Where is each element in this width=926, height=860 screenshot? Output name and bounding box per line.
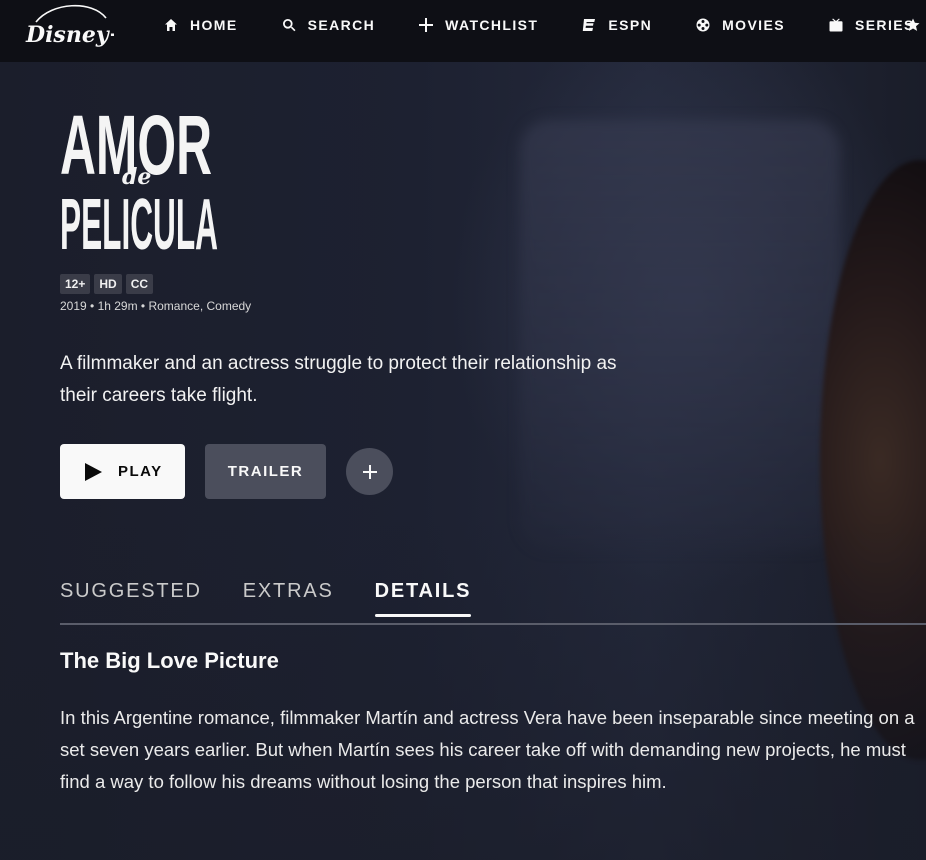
tab-extras[interactable]: EXTRAS: [243, 580, 334, 617]
espn-icon: [583, 19, 596, 31]
movie-meta: 2019 • 1h 29m • Romance, Comedy: [60, 299, 252, 313]
nav-search-label: SEARCH: [307, 17, 376, 33]
nav-watchlist-label: WATCHLIST: [445, 17, 539, 33]
title-logo: AMOR de PELICULA: [60, 98, 218, 254]
nav-watchlist[interactable]: WATCHLIST: [419, 17, 538, 33]
movies-reel-icon: [696, 18, 710, 32]
trailer-button-label: TRAILER: [227, 463, 304, 480]
nav-home-label: HOME: [190, 17, 238, 33]
disney-plus-logo[interactable]: Disney+: [22, 4, 114, 52]
trailer-button[interactable]: TRAILER: [205, 444, 326, 499]
nav-espn-label: ESPN: [608, 17, 653, 33]
details-text: In this Argentine romance, filmmaker Mar…: [60, 707, 915, 792]
add-to-watchlist-button[interactable]: [346, 448, 393, 495]
tab-details[interactable]: DETAILS: [374, 580, 472, 617]
badge-rating: 12+: [60, 274, 91, 294]
nav-search[interactable]: SEARCH: [282, 17, 376, 33]
nav-movies[interactable]: MOVIES: [696, 17, 785, 33]
top-nav: Disney+ HOME SEARCH WATCHLIST ESPN MOVIE…: [0, 0, 926, 62]
nav-series[interactable]: SERIES: [829, 17, 915, 33]
badge-cc: CC: [125, 274, 154, 294]
tv-icon: [829, 18, 843, 32]
movie-description: A filmmaker and an actress struggle to p…: [60, 353, 617, 406]
content-tabs: SUGGESTED EXTRAS DETAILS: [60, 580, 512, 617]
tabs-divider: [60, 623, 926, 625]
star-icon[interactable]: [906, 18, 920, 32]
title-line-3: PELICULA: [60, 185, 218, 254]
tab-suggested[interactable]: SUGGESTED: [60, 580, 202, 617]
plus-icon: [419, 18, 434, 32]
play-button[interactable]: PLAY: [60, 444, 185, 499]
badge-hd: HD: [94, 274, 122, 294]
play-button-label: PLAY: [118, 463, 163, 480]
rating-badges: 12+ HD CC: [60, 274, 154, 294]
nav-movies-label: MOVIES: [722, 17, 785, 33]
plus-icon: [362, 464, 377, 479]
details-title: The Big Love Picture: [60, 648, 279, 673]
nav-items: HOME SEARCH WATCHLIST ESPN MOVIES SERIES: [164, 0, 926, 50]
home-icon: [165, 19, 177, 31]
logo-text: Disney+: [25, 22, 114, 48]
nav-home[interactable]: HOME: [164, 17, 238, 33]
nav-espn[interactable]: ESPN: [582, 17, 652, 33]
play-icon: [85, 462, 102, 481]
search-icon: [282, 18, 296, 32]
